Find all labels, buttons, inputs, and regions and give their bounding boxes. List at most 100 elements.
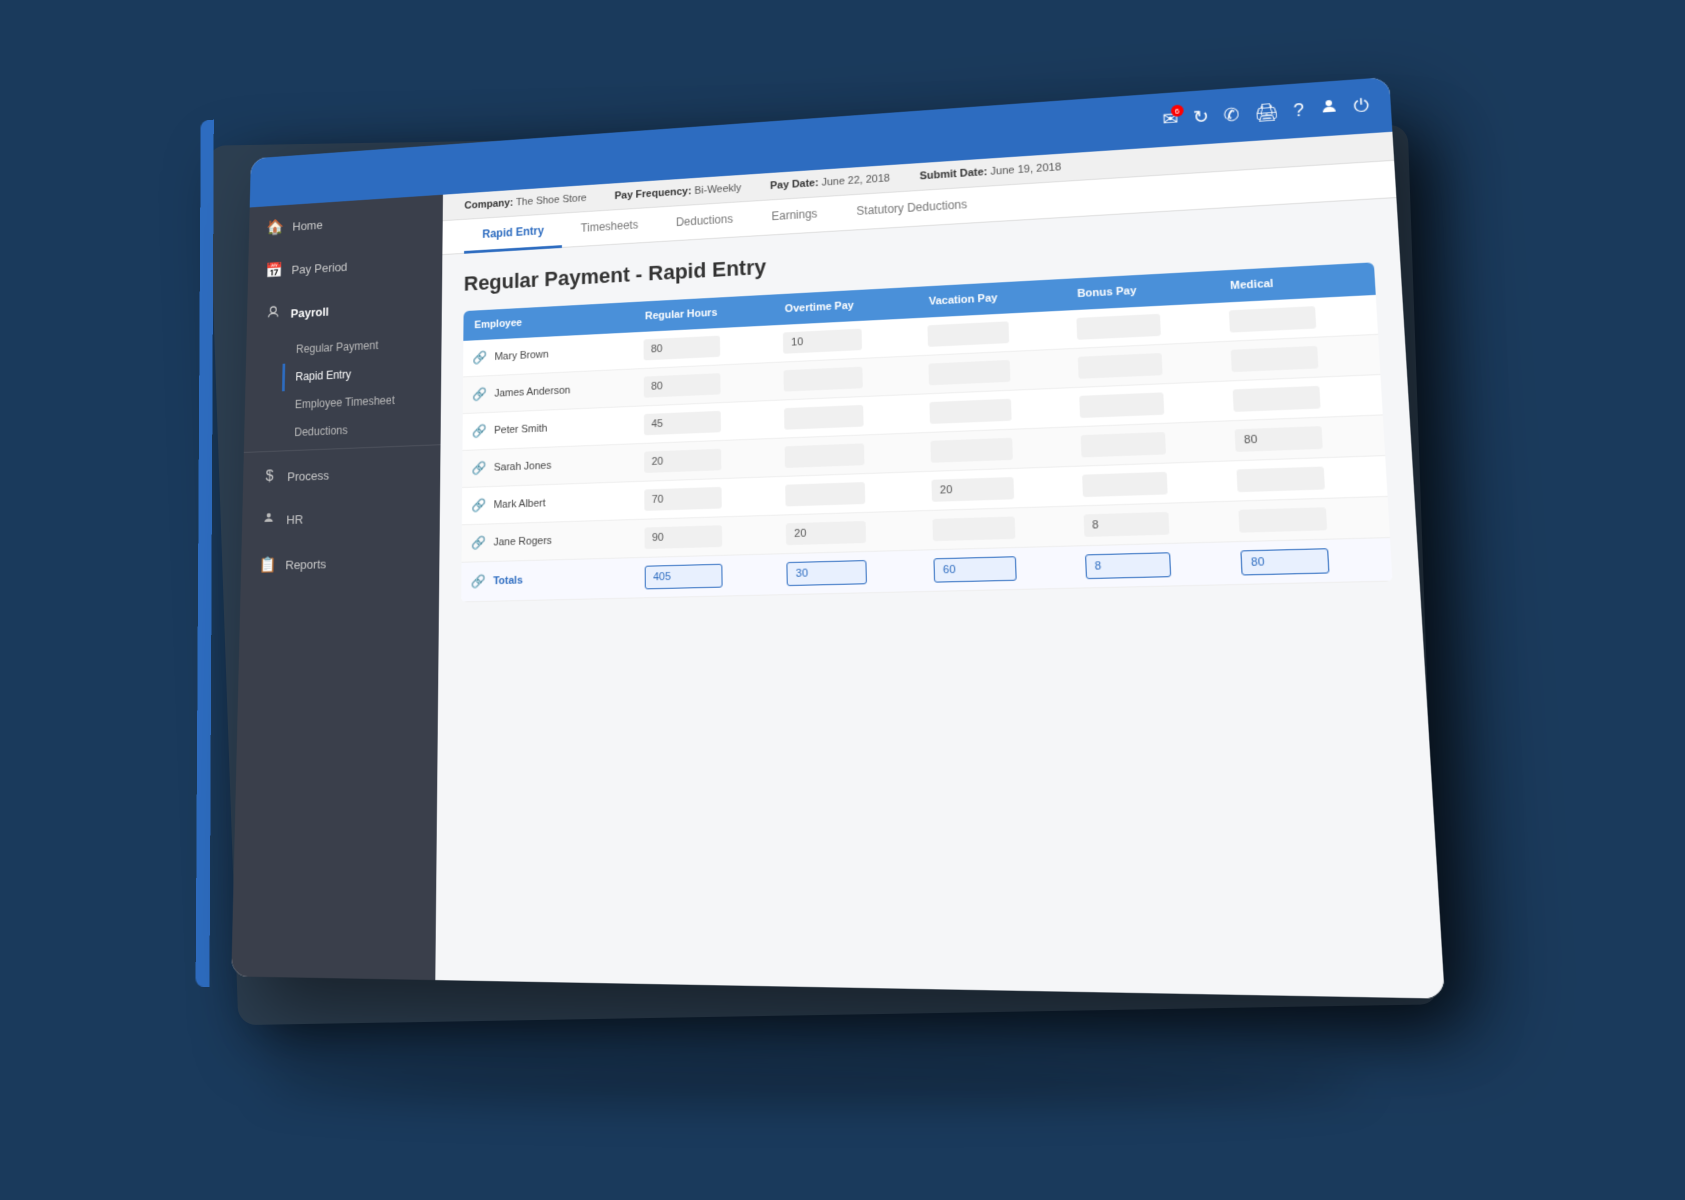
input-overtime_pay[interactable] bbox=[786, 521, 866, 545]
cell-regular_hours bbox=[634, 515, 776, 557]
submitdate-label: Submit Date: bbox=[919, 166, 987, 182]
input-vacation_pay[interactable] bbox=[931, 477, 1014, 502]
input-bonus_pay[interactable] bbox=[1083, 512, 1169, 537]
user-icon[interactable] bbox=[1318, 97, 1339, 121]
totals-cell-bonus_pay bbox=[1073, 542, 1231, 588]
input-medical[interactable] bbox=[1229, 306, 1316, 332]
cell-regular_hours bbox=[634, 438, 775, 481]
employee-name: Mark Albert bbox=[493, 498, 545, 511]
input-vacation_pay[interactable] bbox=[930, 438, 1012, 463]
input-regular_hours[interactable] bbox=[644, 525, 722, 549]
cell-bonus_pay bbox=[1066, 342, 1221, 388]
help-icon[interactable]: ? bbox=[1292, 100, 1304, 121]
input-overtime_pay[interactable] bbox=[784, 443, 864, 468]
power-icon[interactable]: ⏻ bbox=[1352, 95, 1369, 117]
cell-regular_hours bbox=[634, 400, 775, 444]
sidebar-process-label: Process bbox=[287, 468, 329, 484]
sidebar-payroll-label: Payroll bbox=[290, 305, 328, 321]
cell-bonus_pay bbox=[1069, 421, 1225, 466]
frequency-info: Pay Frequency: Bi-Weekly bbox=[614, 182, 741, 201]
company-info: Company: The Shoe Store bbox=[464, 193, 586, 212]
rapid-entry-table: Employee Regular Hours Overtime Pay Vaca… bbox=[461, 262, 1392, 602]
input-medical[interactable] bbox=[1231, 346, 1319, 372]
cell-medical bbox=[1225, 456, 1387, 502]
mail-icon[interactable]: ✉ 6 bbox=[1162, 109, 1179, 131]
input-overtime_pay[interactable] bbox=[785, 482, 865, 506]
sidebar-item-hr[interactable]: HR bbox=[241, 493, 439, 544]
employee-name: Jane Rogers bbox=[493, 535, 551, 548]
cell-vacation_pay bbox=[922, 506, 1074, 550]
input-regular_hours[interactable] bbox=[644, 487, 721, 511]
content-area: Company: The Shoe Store Pay Frequency: B… bbox=[435, 132, 1445, 999]
cell-vacation_pay bbox=[921, 466, 1072, 510]
employee-cell: 🔗 Mark Albert bbox=[461, 482, 634, 525]
input-vacation_pay[interactable] bbox=[927, 321, 1009, 347]
totals-input-regular_hours[interactable] bbox=[644, 564, 722, 590]
totals-input-medical[interactable] bbox=[1240, 548, 1329, 575]
input-bonus_pay[interactable] bbox=[1077, 353, 1162, 379]
sidebar-payperiod-label: Pay Period bbox=[291, 259, 347, 276]
input-medical[interactable] bbox=[1238, 507, 1327, 532]
input-vacation_pay[interactable] bbox=[929, 399, 1011, 424]
cell-vacation_pay bbox=[918, 349, 1068, 394]
cell-regular_hours bbox=[633, 362, 774, 406]
submitdate-info: Submit Date: June 19, 2018 bbox=[919, 161, 1061, 182]
sidebar-sub-menu: Regular Payment Rapid Entry Employee Tim… bbox=[243, 328, 441, 448]
input-medical[interactable] bbox=[1234, 426, 1322, 452]
cell-bonus_pay bbox=[1072, 501, 1229, 546]
totals-cell-medical bbox=[1229, 538, 1392, 585]
link-icon: 🔗 bbox=[471, 423, 486, 439]
link-icon: 🔗 bbox=[472, 387, 487, 403]
cell-regular_hours bbox=[633, 325, 773, 369]
cell-overtime_pay bbox=[773, 356, 918, 401]
input-medical[interactable] bbox=[1233, 386, 1321, 412]
tab-rapid-entry[interactable]: Rapid Entry bbox=[464, 214, 562, 254]
input-regular_hours[interactable] bbox=[643, 373, 720, 398]
input-bonus_pay[interactable] bbox=[1078, 392, 1163, 418]
totals-input-overtime_pay[interactable] bbox=[786, 560, 867, 586]
totals-input-bonus_pay[interactable] bbox=[1084, 552, 1170, 579]
cell-medical bbox=[1223, 415, 1384, 461]
company-label: Company: bbox=[464, 197, 513, 211]
sidebar-item-process[interactable]: $ Process bbox=[242, 449, 440, 499]
frequency-value: Bi-Weekly bbox=[694, 182, 741, 196]
refresh-icon[interactable]: ↻ bbox=[1192, 107, 1209, 129]
print-icon[interactable]: 🖨 bbox=[1253, 102, 1278, 124]
cell-vacation_pay bbox=[919, 388, 1069, 433]
sidebar-item-reports[interactable]: 📋 Reports bbox=[240, 537, 439, 588]
cell-medical bbox=[1221, 374, 1382, 421]
input-bonus_pay[interactable] bbox=[1076, 314, 1160, 340]
tablet: ✉ 6 ↻ ✆ 🖨 ? ⏻ 🏠 Home 📅 Pay Period bbox=[231, 77, 1445, 999]
totals-input-vacation_pay[interactable] bbox=[933, 556, 1016, 582]
sidebar: 🏠 Home 📅 Pay Period Payroll Regular Paym… bbox=[231, 195, 443, 980]
input-medical[interactable] bbox=[1236, 467, 1324, 493]
sidebar-home-label: Home bbox=[292, 217, 323, 232]
tab-earnings[interactable]: Earnings bbox=[751, 196, 836, 236]
paydate-label: Pay Date: bbox=[770, 177, 819, 191]
hr-icon bbox=[259, 511, 277, 529]
input-vacation_pay[interactable] bbox=[932, 516, 1015, 541]
tab-deductions[interactable]: Deductions bbox=[656, 202, 752, 243]
sidebar-reports-label: Reports bbox=[285, 556, 326, 571]
input-bonus_pay[interactable] bbox=[1081, 472, 1167, 497]
input-bonus_pay[interactable] bbox=[1080, 432, 1165, 457]
phone-icon[interactable]: ✆ bbox=[1223, 104, 1240, 126]
input-overtime_pay[interactable] bbox=[783, 367, 862, 392]
totals-link-icon: 🔗 bbox=[470, 574, 485, 590]
input-overtime_pay[interactable] bbox=[784, 405, 864, 430]
totals-text: Totals bbox=[493, 575, 523, 587]
sidebar-sub-deductions[interactable]: Deductions bbox=[280, 412, 440, 447]
link-icon: 🔗 bbox=[470, 535, 485, 551]
input-regular_hours[interactable] bbox=[643, 336, 720, 361]
tab-timesheets[interactable]: Timesheets bbox=[562, 208, 657, 248]
cell-regular_hours bbox=[634, 477, 776, 520]
totals-cell-regular_hours bbox=[634, 554, 777, 598]
input-regular_hours[interactable] bbox=[643, 411, 720, 435]
input-regular_hours[interactable] bbox=[643, 449, 720, 473]
input-overtime_pay[interactable] bbox=[783, 329, 862, 354]
employee-name: Mary Brown bbox=[494, 349, 548, 363]
cell-overtime_pay bbox=[774, 394, 920, 438]
cell-bonus_pay bbox=[1068, 381, 1224, 427]
payroll-icon bbox=[264, 304, 282, 324]
input-vacation_pay[interactable] bbox=[928, 360, 1010, 385]
